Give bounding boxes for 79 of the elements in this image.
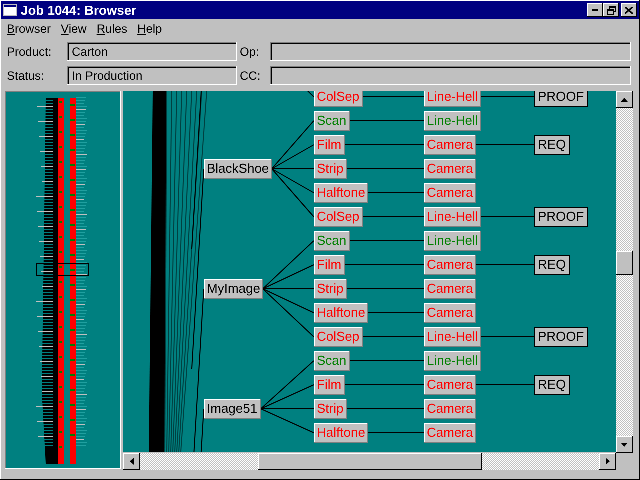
device-node[interactable]: Camera — [424, 375, 476, 395]
connector-line — [480, 336, 534, 338]
connector-line — [480, 216, 534, 218]
image-node[interactable]: MyImage — [204, 279, 264, 299]
menu-item[interactable]: Browser — [3, 22, 58, 36]
triangle-up-icon — [621, 98, 628, 102]
task-node[interactable]: Strip — [314, 159, 347, 179]
connector-line — [476, 384, 534, 386]
menu-item[interactable]: Rules — [92, 22, 134, 36]
task-node[interactable]: Strip — [314, 399, 347, 419]
connector-line — [362, 216, 424, 218]
output-node[interactable]: REQ — [534, 135, 570, 155]
restore-button[interactable] — [603, 3, 619, 17]
output-node[interactable]: PROOF — [534, 327, 588, 347]
task-node[interactable]: Halftone — [314, 183, 368, 203]
vertical-scrollbar[interactable] — [616, 91, 633, 453]
field-label: CC: — [240, 68, 262, 82]
device-node[interactable]: Camera — [424, 255, 476, 275]
horizontal-scrollbar[interactable] — [123, 453, 616, 470]
device-node[interactable]: Camera — [424, 183, 476, 203]
close-button[interactable] — [621, 3, 637, 17]
image-node[interactable]: Image51 — [204, 399, 261, 419]
device-node[interactable]: Camera — [424, 423, 476, 443]
task-node[interactable]: Strip — [314, 279, 347, 299]
device-node[interactable]: Line-Hell — [424, 231, 482, 251]
output-node[interactable]: REQ — [534, 255, 570, 275]
field-label: Op: — [240, 44, 260, 58]
device-node[interactable]: Camera — [424, 159, 476, 179]
close-icon — [625, 6, 633, 14]
menu-item[interactable]: Help — [134, 22, 168, 36]
task-node[interactable]: Halftone — [314, 423, 368, 443]
connector-line — [368, 192, 424, 194]
menu-item[interactable]: View — [57, 22, 93, 36]
device-node[interactable]: Line-Hell — [424, 207, 482, 227]
triangle-left-icon — [130, 458, 134, 465]
minimize-button[interactable] — [587, 3, 603, 17]
scrollbar-thumb[interactable] — [616, 251, 633, 275]
minimize-icon — [592, 9, 598, 11]
task-node[interactable]: Film — [314, 255, 345, 275]
scrollbar-thumb[interactable] — [258, 453, 482, 470]
device-node[interactable]: Camera — [424, 135, 476, 155]
connector-line — [362, 336, 424, 338]
task-node[interactable]: Scan — [314, 231, 350, 251]
device-node[interactable]: Line-Hell — [424, 327, 482, 347]
text-field[interactable]: In Production — [67, 66, 237, 85]
task-node[interactable]: Film — [314, 135, 345, 155]
device-node[interactable]: Line-Hell — [424, 91, 482, 107]
text-field[interactable] — [270, 42, 631, 61]
window-title: Job 1044: Browser — [21, 2, 138, 18]
device-node[interactable]: Line-Hell — [424, 351, 482, 371]
output-node[interactable]: REQ — [534, 375, 570, 395]
connector-line — [476, 264, 534, 266]
device-node[interactable]: Camera — [424, 303, 476, 323]
task-node[interactable]: ColSep — [314, 327, 363, 347]
output-node[interactable]: PROOF — [534, 91, 588, 107]
task-node[interactable]: ColSep — [314, 91, 363, 107]
task-node[interactable]: Scan — [314, 351, 350, 371]
connector-line — [476, 144, 534, 146]
field-label: Status: — [7, 68, 46, 82]
connector-line — [368, 432, 424, 434]
task-node[interactable]: Film — [314, 375, 345, 395]
triangle-right-icon — [606, 458, 610, 465]
text-field[interactable] — [270, 66, 631, 85]
device-node[interactable]: Line-Hell — [424, 111, 482, 131]
field-label: Product: — [7, 44, 53, 58]
task-node[interactable]: Scan — [314, 111, 350, 131]
connector-line — [362, 96, 424, 98]
output-node[interactable]: PROOF — [534, 207, 588, 227]
viewport-frame[interactable] — [36, 264, 90, 276]
task-node[interactable]: Halftone — [314, 303, 368, 323]
connector-line — [368, 312, 424, 314]
text-field[interactable]: Carton — [67, 42, 237, 61]
connector-line — [480, 96, 534, 98]
image-node[interactable]: BlackShoe — [204, 159, 272, 179]
device-node[interactable]: Camera — [424, 399, 476, 419]
triangle-down-icon — [621, 442, 628, 446]
restore-icon — [606, 6, 616, 14]
device-node[interactable]: Camera — [424, 279, 476, 299]
task-node[interactable]: ColSep — [314, 207, 363, 227]
